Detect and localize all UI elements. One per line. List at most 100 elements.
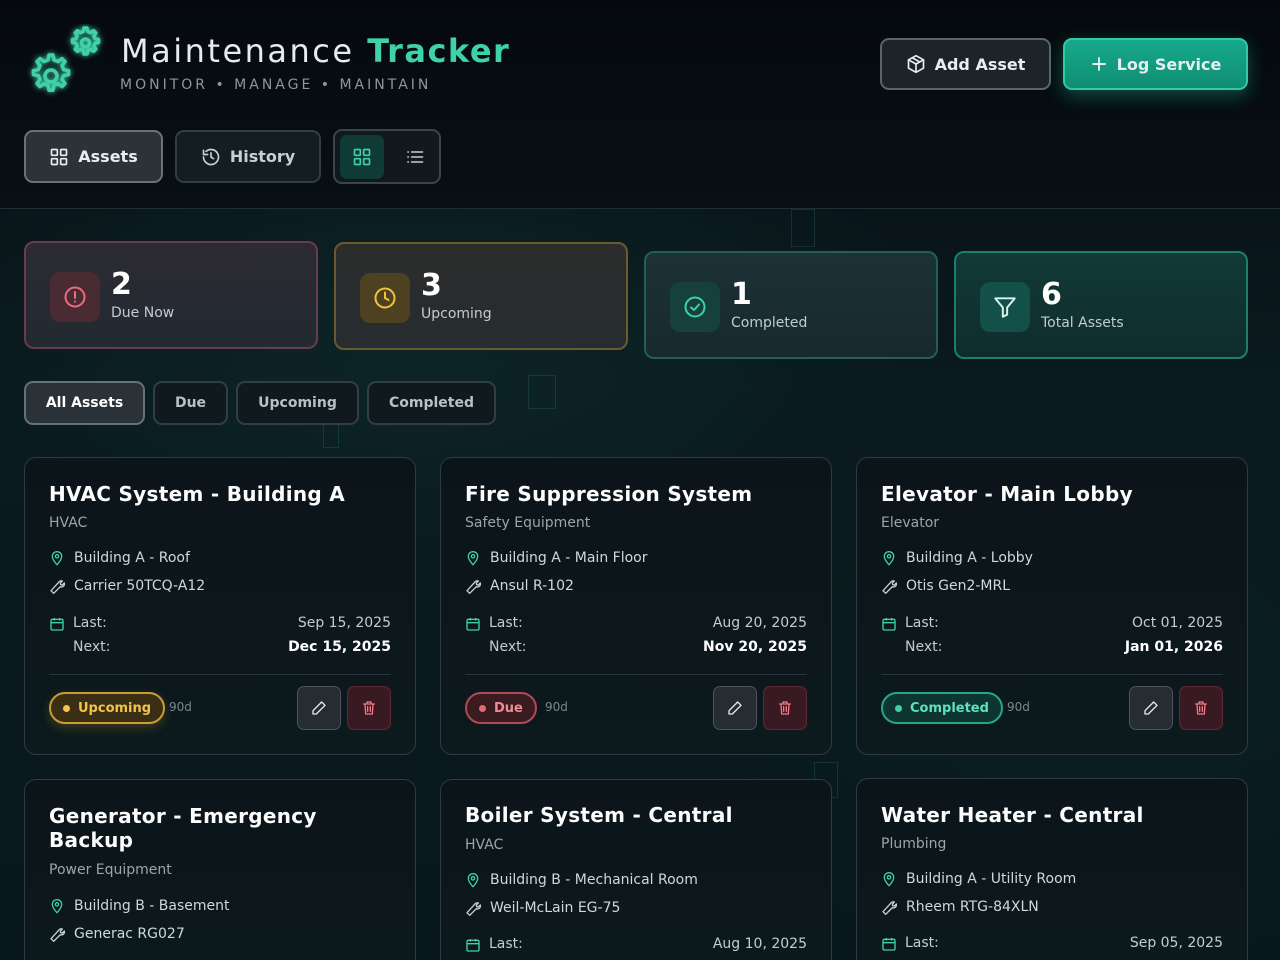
asset-card[interactable]: Elevator - Main Lobby Elevator Building …	[856, 457, 1248, 755]
asset-category: HVAC	[49, 515, 88, 531]
filter-icon	[980, 282, 1030, 332]
tab-assets[interactable]: Assets	[24, 130, 163, 183]
stat-upcoming-value: 3	[421, 268, 442, 303]
stat-upcoming: 3 Upcoming	[334, 242, 628, 350]
delete-button[interactable]	[347, 686, 391, 730]
calendar-icon	[50, 618, 64, 631]
asset-location: Building A - Main Floor	[465, 550, 647, 566]
asset-location: Building A - Utility Room	[881, 871, 1076, 887]
list-view-icon	[407, 151, 424, 163]
wrench-icon	[50, 580, 65, 594]
stat-due-now: 2 Due Now	[24, 241, 318, 349]
service-interval: 90d	[169, 700, 192, 714]
calendar-icon	[882, 618, 896, 631]
app-title: Maintenance Tracker	[121, 32, 511, 70]
stat-total-value: 6	[1041, 277, 1062, 312]
service-interval: 90d	[545, 700, 568, 714]
stat-completed: 1 Completed	[644, 251, 938, 359]
map-pin-icon	[51, 551, 63, 566]
add-asset-button[interactable]: Add Asset	[880, 38, 1051, 90]
asset-model: Ansul R-102	[465, 578, 574, 594]
gears-logo-icon	[31, 26, 101, 92]
calendar-icon	[466, 618, 480, 631]
asset-category: Plumbing	[881, 836, 947, 852]
asset-card[interactable]: Generator - Emergency Backup Power Equip…	[24, 779, 416, 960]
map-pin-icon	[883, 551, 895, 566]
grid-icon	[50, 148, 68, 165]
asset-name: Boiler System - Central	[465, 803, 733, 827]
stat-upcoming-label: Upcoming	[421, 306, 492, 322]
status-badge: Upcoming	[49, 692, 166, 724]
plus-icon	[1091, 57, 1106, 71]
pencil-icon	[312, 701, 326, 715]
list-view-button[interactable]	[393, 135, 437, 179]
wrench-icon	[466, 902, 481, 916]
box-icon	[907, 54, 924, 74]
filter-upcoming[interactable]: Upcoming	[236, 381, 359, 425]
asset-location: Building B - Mechanical Room	[465, 872, 698, 888]
edit-button[interactable]	[297, 686, 341, 730]
asset-name: Water Heater - Central	[881, 803, 1144, 827]
tab-history-label: History	[229, 147, 296, 166]
card-divider	[49, 674, 391, 675]
service-interval: 90d	[1007, 700, 1030, 714]
delete-button[interactable]	[1179, 686, 1223, 730]
card-divider	[881, 674, 1223, 675]
pencil-icon	[728, 701, 742, 715]
stat-due-value: 2	[111, 267, 132, 302]
trash-icon	[363, 701, 375, 715]
filter-due[interactable]: Due	[153, 381, 228, 425]
filter-completed[interactable]: Completed	[367, 381, 496, 425]
grid-view-icon	[353, 148, 371, 166]
asset-card[interactable]: Fire Suppression System Safety Equipment…	[440, 457, 832, 755]
wrench-icon	[882, 901, 897, 915]
asset-location: Building B - Basement	[49, 898, 230, 914]
add-asset-label: Add Asset	[934, 54, 1026, 74]
asset-model: Weil-McLain EG-75	[465, 900, 620, 916]
trash-icon	[779, 701, 791, 715]
grid-view-button[interactable]	[340, 135, 384, 179]
asset-model: Otis Gen2-MRL	[881, 578, 1010, 594]
app-subtitle: MONITOR • MANAGE • MAINTAIN	[120, 77, 432, 93]
edit-button[interactable]	[713, 686, 757, 730]
tab-assets-label: Assets	[78, 147, 138, 166]
map-pin-icon	[467, 873, 479, 888]
wrench-icon	[466, 580, 481, 594]
asset-location: Building A - Roof	[49, 550, 190, 566]
asset-card[interactable]: Water Heater - Central Plumbing Building…	[856, 778, 1248, 960]
asset-card[interactable]: HVAC System - Building A HVAC Building A…	[24, 457, 416, 755]
history-icon	[202, 148, 220, 165]
asset-model: Rheem RTG-84XLN	[881, 899, 1039, 915]
asset-location: Building A - Lobby	[881, 550, 1033, 566]
delete-button[interactable]	[763, 686, 807, 730]
view-toggle	[333, 129, 441, 184]
app-header: Maintenance Tracker MONITOR • MANAGE • M…	[0, 0, 1280, 209]
asset-card[interactable]: Boiler System - Central HVAC Building B …	[440, 779, 832, 960]
calendar-icon	[466, 939, 480, 952]
card-divider	[465, 674, 807, 675]
stat-completed-value: 1	[731, 277, 752, 312]
stat-total-label: Total Assets	[1041, 315, 1124, 331]
filter-all-assets[interactable]: All Assets	[24, 381, 145, 425]
decor-shape	[528, 375, 556, 409]
clock-icon	[360, 273, 410, 323]
edit-button[interactable]	[1129, 686, 1173, 730]
alert-icon	[50, 272, 100, 322]
log-service-label: Log Service	[1116, 54, 1222, 74]
asset-model: Carrier 50TCQ-A12	[49, 578, 205, 594]
log-service-button[interactable]: Log Service	[1063, 38, 1248, 90]
asset-category: Elevator	[881, 515, 940, 531]
map-pin-icon	[883, 872, 895, 887]
decor-shape	[791, 209, 815, 247]
pencil-icon	[1144, 701, 1158, 715]
asset-category: Power Equipment	[49, 862, 172, 878]
asset-name: Generator - Emergency Backup	[49, 804, 317, 852]
asset-model: Generac RG027	[49, 926, 185, 942]
wrench-icon	[882, 580, 897, 594]
status-badge: Completed	[881, 692, 1003, 724]
stat-due-label: Due Now	[111, 305, 175, 321]
tab-history[interactable]: History	[175, 130, 321, 183]
map-pin-icon	[51, 899, 63, 914]
asset-name: Elevator - Main Lobby	[881, 482, 1133, 506]
check-circle-icon	[670, 282, 720, 332]
